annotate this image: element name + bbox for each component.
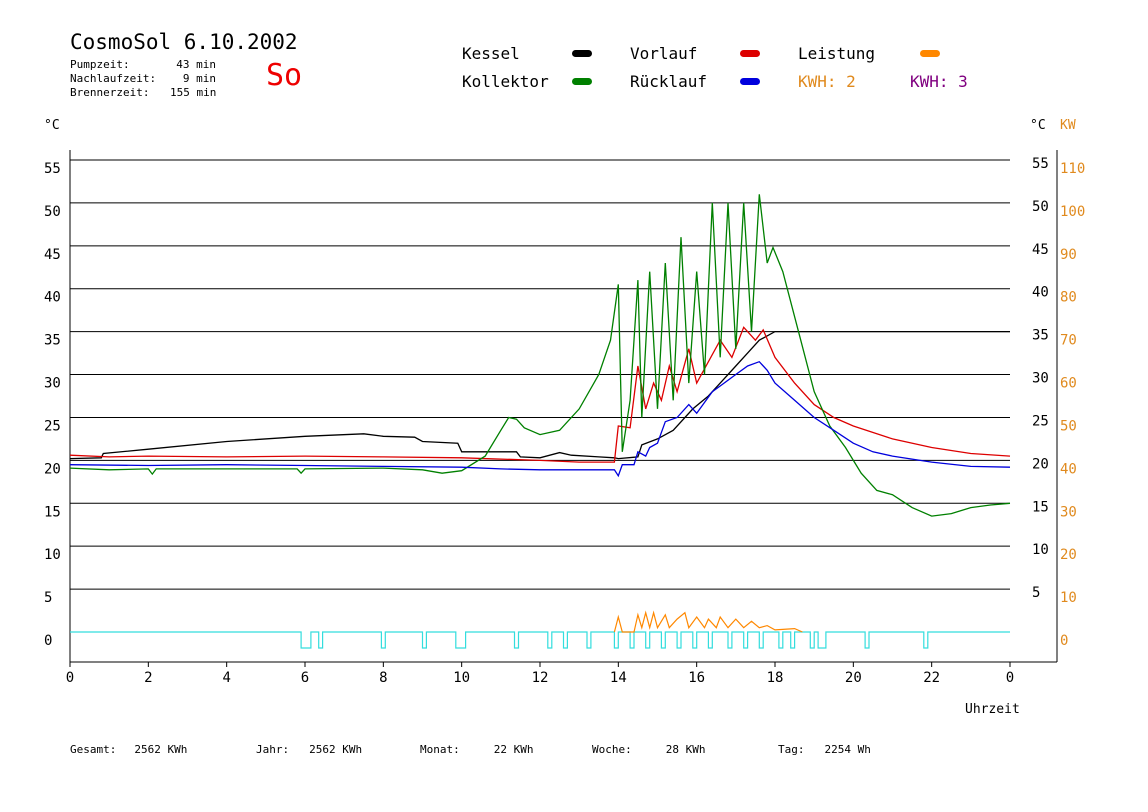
right-tick-label-kw: 0 [1060,633,1068,649]
right-tick-label-kw: 30 [1060,504,1077,520]
x-tick-label: 4 [222,670,230,686]
right-tick-label-c: 55 [1032,156,1049,172]
left-tick-label: 50 [44,204,61,220]
right-tick-label-c: 15 [1032,499,1049,515]
right-tick-label-kw: 110 [1060,161,1085,177]
right-tick-label-kw: 100 [1060,204,1085,220]
series-line-kessel [69,330,1010,460]
x-tick-label: 10 [453,670,470,686]
left-tick-label: 10 [44,547,61,563]
footer-value: 2254 Wh [824,743,871,756]
footer-label: Monat: [420,743,460,756]
series-line-kollektor [69,194,1011,517]
right-tick-label-c: 35 [1032,328,1049,344]
right-tick-label-kw: 70 [1060,333,1077,349]
right-tick-label-kw: 40 [1060,461,1077,477]
footer-label: Woche: [592,743,632,756]
right-tick-label-c: 10 [1032,542,1049,558]
temperature-chart: 0510152025303540455055510152025303540455… [44,150,1085,686]
right-tick-label-kw: 60 [1060,376,1077,392]
x-tick-label: 14 [610,670,627,686]
left-tick-label: 20 [44,461,61,477]
series-line-vorlauf [69,326,1011,463]
footer-tag: Tag: 2254 Wh [778,743,871,756]
footer-value: 2562 KWh [134,743,188,756]
footer-jahr: Jahr: 2562 KWh [256,743,362,756]
footer-value: 2562 KWh [309,743,363,756]
left-tick-label: 30 [44,376,61,392]
footer-value: 28 KWh [665,743,706,756]
left-tick-label: 25 [44,418,61,434]
pump-pulse-series [70,631,1010,649]
right-tick-label-c: 50 [1032,199,1049,215]
right-tick-label-c: 25 [1032,413,1049,429]
x-tick-label: 22 [923,670,940,686]
right-tick-label-c: 45 [1032,242,1049,258]
right-tick-label-kw: 50 [1060,418,1077,434]
x-tick-label: 2 [144,670,152,686]
left-tick-label: 5 [44,590,52,606]
left-tick-label: 40 [44,290,61,306]
x-tick-label: 0 [66,670,74,686]
right-tick-label-c: 30 [1032,371,1049,387]
footer-label: Jahr: [256,743,290,756]
series-line-leistung [613,610,803,633]
left-tick-label: 0 [44,633,52,649]
right-tick-label-kw: 80 [1060,290,1077,306]
right-tick-label-c: 5 [1032,585,1040,601]
right-tick-label-c: 20 [1032,456,1049,472]
x-tick-label: 12 [532,670,549,686]
right-tick-label-kw: 10 [1060,590,1077,606]
footer-label: Gesamt: [70,743,117,756]
x-tick-label: 16 [688,670,705,686]
left-tick-label: 35 [44,333,61,349]
footer-woche: Woche: 28 KWh [592,743,706,756]
footer-gesamt: Gesamt: 2562 KWh [70,743,187,756]
x-tick-label: 8 [379,670,387,686]
x-tick-label: 6 [301,670,309,686]
footer-value: 22 KWh [493,743,534,756]
left-tick-label: 55 [44,161,61,177]
x-tick-label: 0 [1006,670,1014,686]
right-tick-label-kw: 90 [1060,247,1077,263]
series-line-rücklauf [69,360,1011,478]
x-tick-label: 18 [767,670,784,686]
x-tick-label: 20 [845,670,862,686]
footer-label: Tag: [778,743,805,756]
footer-monat: Monat: 22 KWh [420,743,534,756]
left-tick-label: 15 [44,504,61,520]
right-tick-label-c: 40 [1032,285,1049,301]
right-tick-label-kw: 20 [1060,547,1077,563]
left-tick-label: 45 [44,247,61,263]
